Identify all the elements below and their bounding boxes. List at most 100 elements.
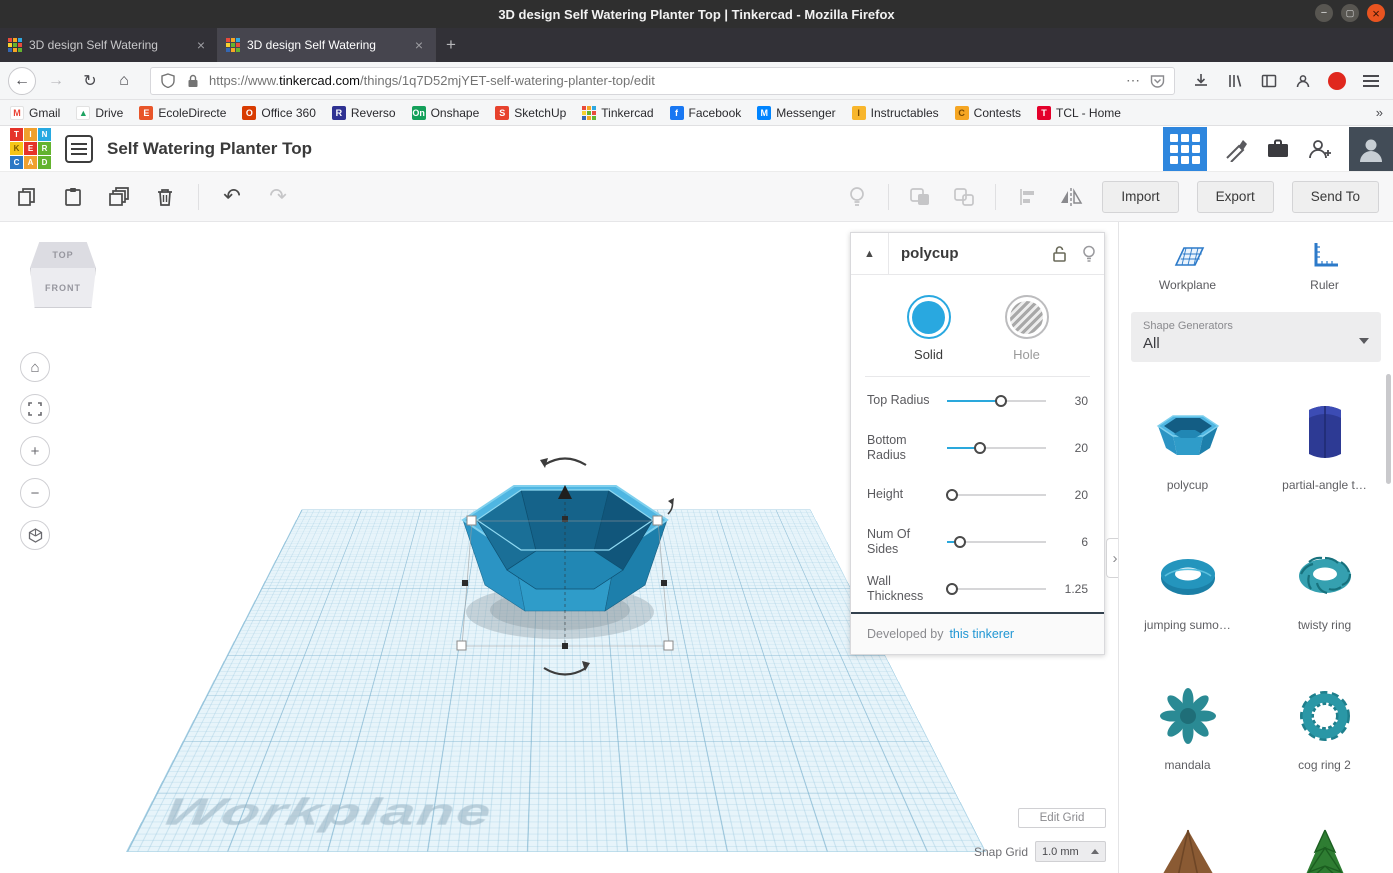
bookmark-office[interactable]: O Office 360 bbox=[242, 105, 316, 120]
param-value[interactable]: 6 bbox=[1054, 535, 1088, 549]
maximize-button[interactable] bbox=[1341, 4, 1359, 22]
bookmark-instructables[interactable]: I Instructables bbox=[851, 105, 939, 120]
num-sides-slider[interactable] bbox=[947, 535, 1046, 549]
scale-handle-bottom[interactable] bbox=[562, 643, 568, 649]
height-slider[interactable] bbox=[945, 488, 1046, 502]
shape-item-mandala[interactable]: mandala bbox=[1119, 666, 1256, 806]
paste-icon[interactable] bbox=[60, 184, 86, 210]
workplane-tool[interactable]: Workplane bbox=[1119, 230, 1256, 302]
view-cube-front-face[interactable]: FRONT bbox=[30, 268, 96, 308]
design-menu-button[interactable] bbox=[65, 134, 93, 163]
solid-option[interactable]: Solid bbox=[906, 295, 951, 362]
view-cube[interactable]: TOP FRONT bbox=[30, 242, 96, 308]
bookmark-gmail[interactable]: M Gmail bbox=[10, 105, 60, 120]
bookmark-contests[interactable]: C Contests bbox=[954, 105, 1021, 120]
collapse-inspector-button[interactable] bbox=[851, 233, 889, 274]
home-button[interactable]: ⌂ bbox=[110, 67, 138, 95]
align-icon[interactable] bbox=[1014, 184, 1040, 210]
perspective-toggle-button[interactable] bbox=[20, 520, 50, 550]
rotate-handle-bottom[interactable] bbox=[543, 661, 590, 676]
sidebar-scrollbar[interactable] bbox=[1386, 374, 1391, 484]
shape-item-cog-ring[interactable]: cog ring 2 bbox=[1256, 666, 1393, 806]
reload-button[interactable]: ↻ bbox=[76, 67, 104, 95]
wall-thickness-slider[interactable] bbox=[945, 582, 1046, 596]
bookmark-sketchup[interactable]: S SketchUp bbox=[495, 105, 566, 120]
shape-item-partial-angle[interactable]: partial-angle t… bbox=[1256, 386, 1393, 526]
send-to-button[interactable]: Send To bbox=[1291, 180, 1379, 213]
scale-handle-left[interactable] bbox=[462, 580, 468, 586]
mirror-icon[interactable] bbox=[1058, 184, 1084, 210]
corner-handle-front-left[interactable] bbox=[456, 640, 467, 651]
param-value[interactable]: 30 bbox=[1054, 394, 1088, 408]
export-button[interactable]: Export bbox=[1196, 180, 1274, 213]
corner-handle-back-right[interactable] bbox=[652, 515, 663, 526]
param-value[interactable]: 1.25 bbox=[1054, 582, 1088, 596]
minimize-button[interactable] bbox=[1315, 4, 1333, 22]
close-button[interactable] bbox=[1367, 4, 1385, 22]
shape-item-partial-green-tree[interactable] bbox=[1256, 806, 1393, 873]
rotate-handle-side[interactable] bbox=[667, 498, 674, 515]
tab-close-icon[interactable] bbox=[411, 37, 427, 53]
home-view-button[interactable]: ⌂ bbox=[20, 352, 50, 382]
ruler-tool[interactable]: Ruler bbox=[1256, 230, 1393, 302]
bookmark-onshape[interactable]: On Onshape bbox=[411, 105, 479, 120]
ungroup-icon[interactable] bbox=[951, 184, 977, 210]
adblock-extension-icon[interactable] bbox=[1323, 67, 1351, 95]
library-icon[interactable] bbox=[1221, 67, 1249, 95]
view-cube-top-face[interactable]: TOP bbox=[30, 242, 96, 268]
shape-item-jumping-sumo[interactable]: jumping sumo… bbox=[1119, 526, 1256, 666]
browser-tab-2-active[interactable]: 3D design Self Watering bbox=[218, 28, 436, 62]
duplicate-icon[interactable] bbox=[106, 184, 132, 210]
lock-shape-icon[interactable] bbox=[1044, 245, 1074, 262]
invite-person-icon[interactable] bbox=[1307, 136, 1333, 162]
shield-icon[interactable] bbox=[159, 72, 177, 90]
rotate-handle-top[interactable] bbox=[540, 457, 587, 468]
copy-icon[interactable] bbox=[14, 184, 40, 210]
hide-shape-lightbulb-icon[interactable] bbox=[1074, 245, 1104, 263]
bookmark-facebook[interactable]: f Facebook bbox=[669, 105, 741, 120]
import-button[interactable]: Import bbox=[1102, 180, 1179, 213]
undo-icon[interactable]: ↶ bbox=[219, 184, 245, 210]
param-value[interactable]: 20 bbox=[1054, 441, 1088, 455]
corner-handle-back-left[interactable] bbox=[466, 515, 477, 526]
bookmarks-overflow-icon[interactable]: » bbox=[1376, 105, 1383, 120]
back-button[interactable]: ← bbox=[8, 66, 36, 95]
downloads-icon[interactable] bbox=[1187, 67, 1215, 95]
tab-close-icon[interactable] bbox=[193, 37, 209, 53]
hole-option[interactable]: Hole bbox=[1004, 295, 1049, 362]
bookmark-drive[interactable]: ▲ Drive bbox=[76, 105, 123, 120]
shape-item-polycup[interactable]: polycup bbox=[1119, 386, 1256, 526]
bottom-radius-slider[interactable] bbox=[947, 441, 1046, 455]
browser-tab-1[interactable]: 3D design Self Watering bbox=[0, 28, 218, 62]
corner-handle-front-right[interactable] bbox=[663, 640, 674, 651]
bookmark-ecoledirecte[interactable]: E EcoleDirecte bbox=[139, 105, 226, 120]
redo-icon[interactable]: ↷ bbox=[265, 184, 291, 210]
account-icon[interactable] bbox=[1289, 67, 1317, 95]
menu-icon[interactable] bbox=[1357, 67, 1385, 95]
shape-generators-dropdown[interactable]: Shape Generators All bbox=[1131, 312, 1381, 362]
tinkercad-logo[interactable]: TINKERCAD bbox=[10, 128, 51, 169]
zoom-out-button[interactable]: − bbox=[20, 478, 50, 508]
bookmark-tcl[interactable]: T TCL - Home bbox=[1037, 105, 1121, 120]
zoom-in-button[interactable]: + bbox=[20, 436, 50, 466]
fit-view-button[interactable] bbox=[20, 394, 50, 424]
sidebars-icon[interactable] bbox=[1255, 67, 1283, 95]
delete-icon[interactable] bbox=[152, 184, 178, 210]
edit-grid-button[interactable]: Edit Grid bbox=[1018, 808, 1106, 828]
url-bar[interactable]: https://www.tinkercad.com/things/1q7D52m… bbox=[150, 66, 1175, 95]
bookmark-reverso[interactable]: R Reverso bbox=[331, 105, 396, 120]
bookmark-messenger[interactable]: M Messenger bbox=[757, 105, 836, 120]
top-radius-slider[interactable] bbox=[947, 394, 1046, 408]
briefcase-icon[interactable] bbox=[1265, 136, 1291, 162]
group-icon[interactable] bbox=[907, 184, 933, 210]
scale-handle-right[interactable] bbox=[661, 580, 667, 586]
show-all-lightbulb-icon[interactable] bbox=[844, 184, 870, 210]
page-actions-icon[interactable]: ⋯ bbox=[1126, 72, 1141, 89]
developer-link[interactable]: this tinkerer bbox=[949, 627, 1014, 641]
tinker-tools-icon[interactable] bbox=[1223, 136, 1249, 162]
pocket-icon[interactable] bbox=[1148, 72, 1166, 90]
shape-item-twisty-ring[interactable]: twisty ring bbox=[1256, 526, 1393, 666]
snap-grid-dropdown[interactable]: 1.0 mm bbox=[1035, 841, 1106, 862]
new-tab-button[interactable]: + bbox=[436, 28, 466, 62]
profile-avatar[interactable] bbox=[1349, 126, 1393, 171]
